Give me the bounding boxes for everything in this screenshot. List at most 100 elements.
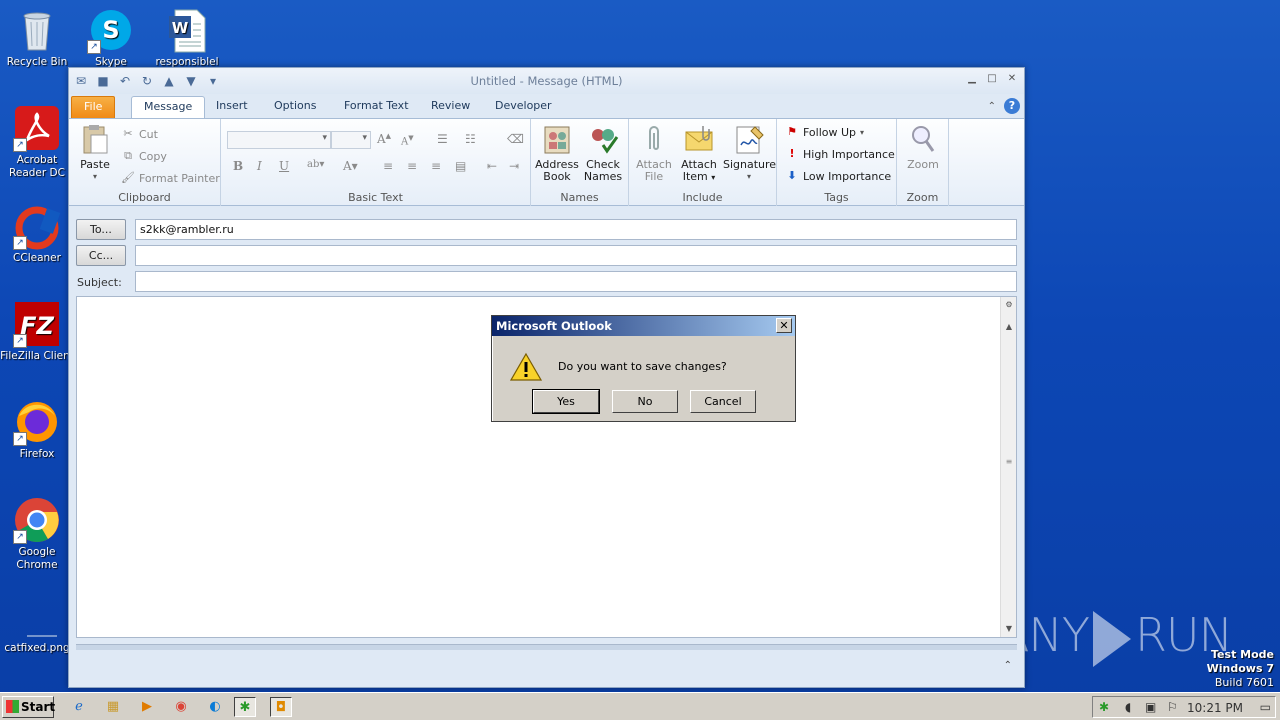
tab-file[interactable]: File (71, 96, 116, 118)
underline-icon[interactable]: U (279, 159, 289, 173)
network-icon[interactable]: ▣ (1145, 700, 1156, 714)
scroll-thumb-grip-icon[interactable]: ≡ (1004, 457, 1014, 466)
attach-file-button[interactable]: Attach File (630, 123, 678, 183)
scroll-up-icon[interactable]: ▲ (1003, 321, 1015, 333)
people-pane-splitter[interactable] (76, 644, 1017, 650)
format-painter-label: Format Painter (139, 171, 220, 185)
bullets-icon[interactable]: ☰ (437, 132, 448, 146)
warning-icon (509, 352, 543, 382)
decrease-indent-icon[interactable]: ⇤ (487, 159, 497, 173)
body-vertical-scrollbar[interactable]: ⚙ ▲ ≡ ▼ (1000, 297, 1016, 637)
tab-message[interactable]: Message (131, 96, 206, 118)
to-field[interactable]: s2kk@rambler.ru (135, 219, 1017, 240)
system-tray: ✱ ◖ ▣ ⚐ 10:21 PM ▭ (1092, 696, 1276, 718)
maximize-icon[interactable]: □ (984, 72, 1000, 86)
desktop-icon-catfixed[interactable]: catfixed.png (0, 610, 74, 655)
cc-field[interactable] (135, 245, 1017, 266)
desktop-icon-acrobat[interactable]: ↗ Acrobat Reader DC (0, 104, 74, 180)
desktop-icon-label: Recycle Bin (6, 56, 68, 68)
format-painter-button[interactable]: 🖌 Format Painter (121, 171, 220, 185)
shortcut-arrow-icon: ↗ (13, 432, 27, 446)
tab-format-text[interactable]: Format Text (332, 96, 421, 118)
cut-button[interactable]: ✂ Cut (121, 127, 158, 141)
font-color-icon[interactable]: A▾ (343, 159, 358, 173)
subject-field[interactable] (135, 271, 1017, 292)
start-label: Start (21, 700, 56, 714)
increase-indent-icon[interactable]: ⇥ (509, 159, 519, 173)
grow-font-icon[interactable]: A▲ (377, 132, 391, 146)
close-icon[interactable]: ✕ (1004, 72, 1020, 86)
ruler-toggle-icon[interactable]: ⚙ (1003, 299, 1015, 311)
clear-formatting-icon[interactable]: ⌫ (507, 132, 524, 146)
scroll-down-icon[interactable]: ▼ (1003, 623, 1015, 635)
check-names-button[interactable]: Check Names (579, 123, 627, 183)
tab-options[interactable]: Options (262, 96, 328, 118)
outlook-taskbar-icon[interactable]: ◘ (270, 697, 292, 717)
play-logo-icon (1092, 610, 1131, 667)
show-desktop-icon[interactable]: ▭ (1260, 700, 1271, 714)
expand-people-pane-icon[interactable]: ⌃ (1004, 660, 1012, 671)
desktop-icon-recycle-bin[interactable]: Recycle Bin (0, 6, 74, 69)
minimize-icon[interactable]: ▁ (964, 72, 980, 86)
desktop-icon-filezilla[interactable]: FZ ↗ FileZilla Client (0, 300, 74, 363)
signature-button[interactable]: Signature ▾ (723, 123, 776, 183)
skype-icon: S ↗ (87, 6, 135, 54)
dialog-message: Do you want to save changes? (558, 360, 727, 373)
tab-developer[interactable]: Developer (483, 96, 564, 118)
desktop-icon-skype[interactable]: S ↗ Skype (74, 6, 148, 69)
group-basic-text: A▲ A▼ ☰ ☷ ⌫ B I U ab▾ A▾ ≡ ≡ ≡ ▤ ⇤ ⇥ Bas… (221, 119, 531, 206)
edge-icon[interactable]: ◐ (204, 697, 226, 717)
file-explorer-icon[interactable]: ▦ (102, 697, 124, 717)
cc-button[interactable]: Cc... (76, 245, 126, 266)
chrome-taskbar-icon[interactable]: ◉ (170, 697, 192, 717)
align-right-icon[interactable]: ≡ (431, 159, 441, 173)
desktop-icon-label: Firefox (19, 448, 55, 460)
anyrun-watermark: ANY RUN (998, 608, 1233, 667)
chrome-icon: ↗ (13, 496, 61, 544)
font-size-combo[interactable] (331, 131, 371, 149)
tray-app-icon[interactable]: ✱ (1099, 700, 1109, 714)
to-button[interactable]: To... (76, 219, 126, 240)
filezilla-icon: FZ ↗ (13, 300, 61, 348)
font-name-combo[interactable] (227, 131, 331, 149)
address-book-button[interactable]: Address Book (533, 123, 581, 183)
start-button[interactable]: Start (2, 696, 56, 718)
shortcut-arrow-icon: ↗ (13, 236, 27, 250)
desktop-icon-word-doc[interactable]: W responsiblel (150, 6, 224, 69)
attach-file-label-2: File (644, 170, 664, 183)
justify-icon[interactable]: ▤ (455, 159, 466, 173)
align-center-icon[interactable]: ≡ (407, 159, 417, 173)
yes-button[interactable]: Yes (532, 389, 600, 414)
tab-review[interactable]: Review (419, 96, 482, 118)
paste-button[interactable]: Paste ▾ (71, 123, 119, 183)
desktop-icon-firefox[interactable]: ↗ Firefox (0, 398, 74, 461)
shrink-font-icon[interactable]: A▼ (401, 134, 414, 147)
desktop-icon-ccleaner[interactable]: ↗ CCleaner (0, 202, 74, 265)
zoom-button[interactable]: Zoom (899, 123, 947, 171)
dialog-close-icon[interactable]: ✕ (776, 318, 792, 333)
italic-icon[interactable]: I (257, 159, 262, 173)
no-button[interactable]: No (612, 390, 678, 413)
tab-insert[interactable]: Insert (204, 96, 260, 118)
desktop-icon-chrome[interactable]: ↗ Google Chrome (0, 496, 74, 572)
help-icon[interactable]: ? (1004, 98, 1020, 114)
action-center-flag-icon[interactable]: ⚐ (1167, 700, 1178, 714)
bold-icon[interactable]: B (233, 159, 243, 173)
low-importance-button[interactable]: ⬇ Low Importance (785, 169, 891, 183)
shortcut-arrow-icon: ↗ (13, 530, 27, 544)
volume-icon[interactable]: ◖ (1125, 700, 1131, 714)
copy-button[interactable]: ⧉ Copy (121, 149, 167, 163)
follow-up-button[interactable]: ⚑ Follow Up ▾ (785, 125, 864, 139)
attach-item-button[interactable]: Attach Item ▾ (675, 123, 723, 184)
clock[interactable]: 10:21 PM (1187, 701, 1243, 715)
numbering-icon[interactable]: ☷ (465, 132, 476, 146)
check-names-icon (587, 123, 619, 155)
internet-explorer-icon[interactable]: ℯ (68, 697, 90, 717)
align-left-icon[interactable]: ≡ (383, 159, 393, 173)
highlight-icon[interactable]: ab▾ (307, 159, 324, 170)
cancel-button[interactable]: Cancel (690, 390, 756, 413)
app-green-icon[interactable]: ✱ (234, 697, 256, 717)
high-importance-button[interactable]: ! High Importance (785, 147, 894, 161)
minimize-ribbon-icon[interactable]: ⌃ (988, 101, 996, 112)
media-player-icon[interactable]: ▶ (136, 697, 158, 717)
